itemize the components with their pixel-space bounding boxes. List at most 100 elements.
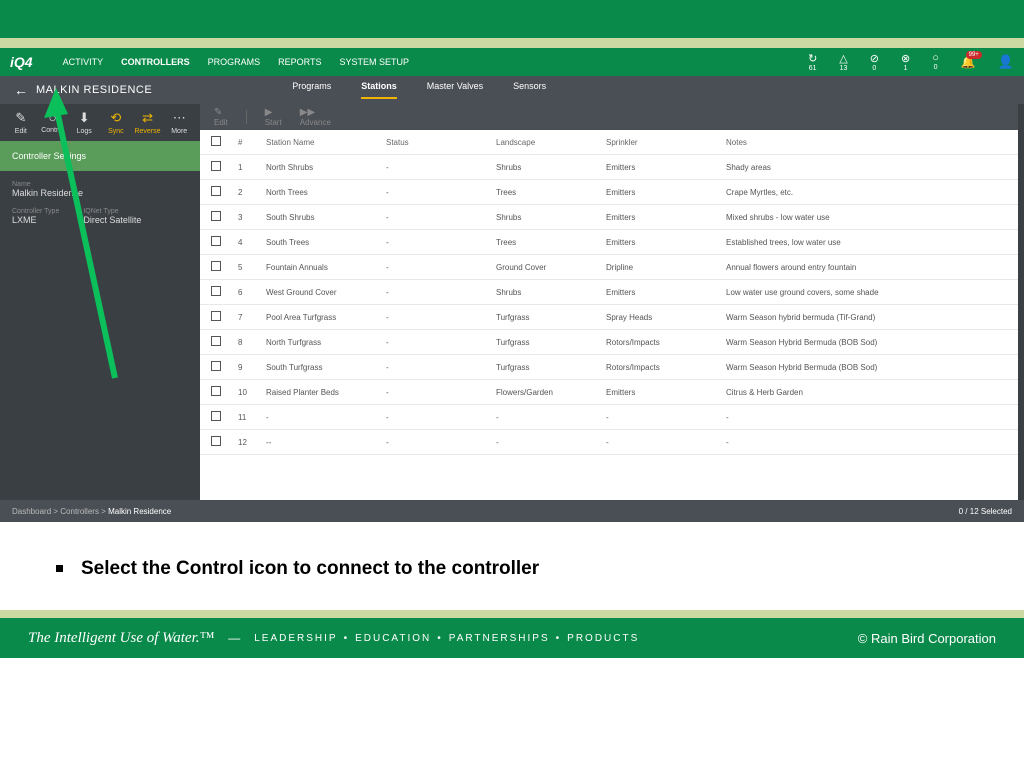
subheader: ← MALKIN RESIDENCE Programs Stations Maste…	[0, 76, 1024, 104]
table-row[interactable]: 11-----	[200, 405, 1018, 430]
tool-control[interactable]: ○Control	[38, 110, 68, 135]
tab-programs[interactable]: Programs	[292, 81, 331, 99]
reverse-icon: ⇄	[133, 110, 163, 126]
table-row[interactable]: 1North Shrubs-ShrubsEmittersShady areas	[200, 155, 1018, 180]
logo: iQ4	[10, 54, 33, 70]
status-stat[interactable]: ○0	[932, 52, 939, 72]
checkbox[interactable]	[211, 236, 221, 246]
checkbox[interactable]	[211, 436, 221, 446]
crumb-controllers[interactable]: Controllers	[60, 507, 99, 516]
control-icon: ○	[38, 110, 68, 125]
checkbox[interactable]	[211, 311, 221, 321]
tool-more[interactable]: ⋯More	[164, 110, 194, 135]
bell-badge: 99+	[966, 51, 982, 59]
toolbar-start: ▶Start	[265, 107, 282, 127]
table-row[interactable]: 9South Turfgrass-TurfgrassRotors/Impacts…	[200, 355, 1018, 380]
crumb-current: Malkin Residence	[108, 507, 171, 516]
app-screenshot: iQ4 ACTIVITY CONTROLLERS PROGRAMS REPORTS SY…	[0, 48, 1024, 522]
crumb-sep: >	[99, 507, 108, 516]
selected-count: 0 / 12 Selected	[959, 507, 1012, 516]
sync-icon: ⟲	[101, 110, 131, 126]
name-label: Name	[12, 181, 188, 188]
checkbox[interactable]	[211, 211, 221, 221]
main-area: ✎Edit ▶Start ▶▶Advance #Station NameStatus…	[200, 104, 1024, 500]
nav-controllers[interactable]: CONTROLLERS	[121, 57, 190, 67]
checkbox[interactable]	[211, 186, 221, 196]
toolbar-edit: ✎Edit	[214, 107, 228, 127]
checkbox[interactable]	[211, 161, 221, 171]
col-header: #	[232, 130, 260, 155]
table-row[interactable]: 7Pool Area Turfgrass-TurfgrassSpray Head…	[200, 305, 1018, 330]
checkbox[interactable]	[211, 286, 221, 296]
instruction-area: Select the Control icon to connect to th…	[0, 522, 1024, 610]
nav-programs[interactable]: PROGRAMS	[208, 57, 261, 67]
bell-icon[interactable]: 🔔99+	[961, 55, 976, 69]
slide-divider	[0, 38, 1024, 48]
tab-master-valves[interactable]: Master Valves	[427, 81, 483, 99]
tool-reverse[interactable]: ⇄Reverse	[133, 110, 163, 135]
controller-settings-panel: Controller Settings	[0, 141, 200, 171]
ntype-label: IQNet Type	[83, 208, 141, 215]
table-toolbar: ✎Edit ▶Start ▶▶Advance	[200, 104, 1018, 130]
checkbox[interactable]	[211, 386, 221, 396]
table-row[interactable]: 8North Turfgrass-TurfgrassRotors/Impacts…	[200, 330, 1018, 355]
crumb-sep: >	[51, 507, 60, 516]
footer-words: LEADERSHIP•EDUCATION•PARTNERSHIPS•PRODUC…	[254, 633, 639, 644]
side-tools: ✎Edit○Control⬇Logs⟲Sync⇄Reverse⋯More	[0, 104, 200, 141]
table-row[interactable]: 5Fountain Annuals-Ground CoverDriplineAn…	[200, 255, 1018, 280]
nav-reports[interactable]: REPORTS	[278, 57, 321, 67]
sidebar: ✎Edit○Control⬇Logs⟲Sync⇄Reverse⋯More Con…	[0, 104, 200, 500]
status-stat[interactable]: ⊘0	[870, 52, 879, 72]
nav-system setup[interactable]: SYSTEM SETUP	[339, 57, 409, 67]
ctype-label: Controller Type	[12, 208, 59, 215]
status-stat[interactable]: ⊗1	[901, 52, 910, 72]
col-header: Landscape	[490, 130, 600, 155]
slide-footer: The Intelligent Use of Water.™ — LEADERS…	[0, 618, 1024, 658]
copyright: © Rain Bird Corporation	[858, 631, 996, 646]
checkbox[interactable]	[211, 261, 221, 271]
user-icon[interactable]: 👤	[998, 54, 1014, 70]
table-row[interactable]: 10Raised Planter Beds-Flowers/GardenEmit…	[200, 380, 1018, 405]
app-header: iQ4 ACTIVITY CONTROLLERS PROGRAMS REPORTS SY…	[0, 48, 1024, 76]
table-row[interactable]: 12------	[200, 430, 1018, 455]
checkbox-all[interactable]	[211, 136, 221, 146]
table-row[interactable]: 4South Trees-TreesEmittersEstablished tr…	[200, 230, 1018, 255]
toolbar-advance: ▶▶Advance	[300, 107, 331, 127]
tab-sensors[interactable]: Sensors	[513, 81, 546, 99]
nav-activity[interactable]: ACTIVITY	[63, 57, 104, 67]
ctype-value: LXME	[12, 215, 59, 225]
bullet-icon	[56, 565, 63, 572]
slogan-sep: —	[228, 631, 240, 645]
slogan: The Intelligent Use of Water.™	[28, 630, 214, 647]
slide-top-bar	[0, 0, 1024, 38]
tool-edit[interactable]: ✎Edit	[6, 110, 36, 135]
tool-sync[interactable]: ⟲Sync	[101, 110, 131, 135]
app-body: ✎Edit○Control⬇Logs⟲Sync⇄Reverse⋯More Con…	[0, 104, 1024, 500]
tool-logs[interactable]: ⬇Logs	[69, 110, 99, 135]
breadcrumb[interactable]: Dashboard > Controllers > Malkin Residen…	[12, 507, 171, 516]
table-row[interactable]: 6West Ground Cover-ShrubsEmittersLow wat…	[200, 280, 1018, 305]
checkbox[interactable]	[211, 411, 221, 421]
name-value: Malkin Residence	[12, 188, 188, 198]
more-icon: ⋯	[164, 110, 194, 126]
checkbox[interactable]	[211, 336, 221, 346]
page-title: MALKIN RESIDENCE	[36, 84, 152, 96]
checkbox[interactable]	[211, 361, 221, 371]
col-header: Sprinkler	[600, 130, 720, 155]
tab-stations[interactable]: Stations	[361, 81, 397, 99]
logs-icon: ⬇	[69, 110, 99, 126]
table-wrap: #Station NameStatusLandscapeSprinklerNot…	[200, 130, 1018, 500]
back-icon[interactable]: ←	[14, 82, 28, 98]
table-row[interactable]: 2North Trees-TreesEmittersCrape Myrtles,…	[200, 180, 1018, 205]
col-header	[200, 130, 232, 155]
status-stat[interactable]: △13	[839, 52, 847, 72]
tabs: Programs Stations Master Valves Sensors	[292, 81, 546, 99]
col-header: Status	[380, 130, 490, 155]
crumb-dashboard[interactable]: Dashboard	[12, 507, 51, 516]
footer-bar: Dashboard > Controllers > Malkin Residen…	[0, 500, 1024, 522]
panel-title: Controller Settings	[12, 151, 86, 161]
status-stat[interactable]: ↻61	[808, 52, 817, 72]
col-header: Notes	[720, 130, 1018, 155]
side-info: Name Malkin Residence Controller Type LX…	[0, 171, 200, 351]
table-row[interactable]: 3South Shrubs-ShrubsEmittersMixed shrubs…	[200, 205, 1018, 230]
